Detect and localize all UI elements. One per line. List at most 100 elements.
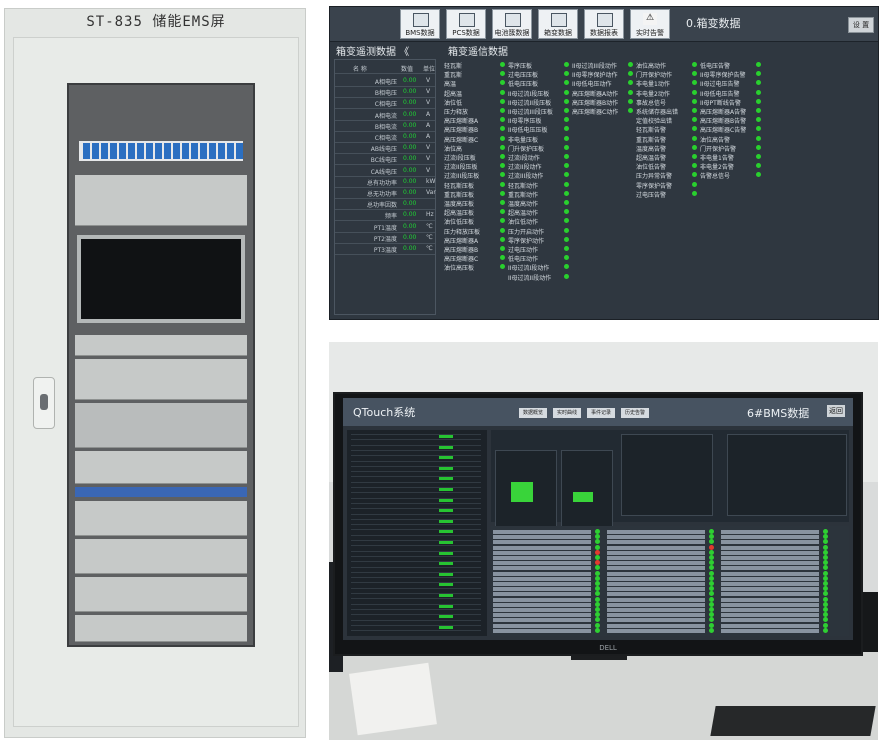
signal-label: 告警总信号	[700, 173, 731, 181]
signal-row	[607, 576, 705, 581]
measure-value: 0.00	[403, 121, 417, 129]
status-indicator-icon	[500, 236, 505, 242]
signal-row	[493, 618, 591, 623]
signal-row	[607, 587, 705, 592]
status-indicator-icon	[756, 135, 761, 141]
toolbar-button-4[interactable]: 数据报表	[584, 9, 624, 39]
status-indicator-icon	[564, 172, 569, 178]
toolbar: BMS数据 PCS数据 电池簇数据 箱变数据 数据报表 ⚠ 实时告警	[330, 7, 878, 42]
signal-row	[493, 602, 591, 607]
value-indicator	[439, 435, 453, 438]
signal-row	[493, 592, 591, 597]
status-indicator-icon	[564, 218, 569, 224]
measure-value: 0.00	[403, 189, 417, 196]
cabinet-title: ST-835 储能EMS屏	[86, 14, 226, 30]
status-indicator-icon	[756, 62, 761, 67]
signal-label: 门升保护压板	[508, 145, 545, 153]
signal-row	[607, 545, 705, 550]
breaker	[128, 143, 135, 159]
signal-label: 非电量1动作	[636, 81, 670, 89]
toolbar-button-2[interactable]: 电池簇数据	[492, 9, 532, 39]
signal-row	[493, 613, 591, 618]
bms-nav-button[interactable]: 事件记录	[587, 408, 615, 418]
toolbar-button-5[interactable]: ⚠ 实时告警	[630, 9, 670, 39]
list-divider	[351, 630, 481, 632]
status-indicator-icon	[500, 227, 505, 233]
list-divider	[351, 550, 481, 552]
status-indicator-icon	[595, 539, 600, 545]
measure-row: A相电流 0.00 A	[335, 109, 435, 121]
status-indicator-icon	[595, 627, 600, 633]
breaker	[191, 143, 198, 159]
bms-nav-button[interactable]: 实时曲线	[553, 408, 581, 418]
settings-button[interactable]: 设 置	[848, 17, 874, 33]
measure-unit: Var	[426, 189, 436, 196]
bms-nav-button[interactable]: 数据概览	[519, 408, 547, 418]
toolbar-button-1[interactable]: PCS数据	[446, 9, 486, 39]
status-indicator-icon	[756, 117, 761, 123]
soc-gauge	[511, 482, 533, 502]
back-button[interactable]: 返回	[827, 405, 845, 417]
drawer-slot	[75, 359, 247, 400]
signal-label: II母低电压告警	[700, 90, 740, 98]
list-divider	[351, 449, 481, 451]
status-indicator-icon	[564, 126, 569, 132]
toolbar-button-label: 箱变数据	[544, 29, 572, 37]
signal-row	[607, 608, 705, 612]
status-indicator-icon	[709, 591, 714, 597]
signal-row	[607, 530, 705, 534]
toolbar-button-3[interactable]: 箱变数据	[538, 9, 578, 39]
measure-value: 0.00	[403, 155, 417, 163]
status-indicator-icon	[756, 126, 761, 132]
status-indicator-icon	[709, 622, 714, 628]
status-indicator-icon	[756, 163, 761, 169]
value-indicator	[439, 594, 453, 597]
panel-slot	[75, 335, 247, 356]
signal-row	[493, 545, 591, 550]
status-indicator-icon	[500, 181, 505, 187]
signal-label: 高压熔断器B告警	[700, 118, 747, 126]
signal-label: 过流III段压板	[444, 173, 480, 181]
measure-name: 总功率因数	[366, 202, 397, 210]
status-indicator-icon	[564, 71, 569, 77]
signal-label: 高压熔断器C告警	[700, 127, 747, 135]
signal-row	[607, 535, 705, 540]
signal-label: 超高温压板	[444, 210, 475, 218]
measure-name: AB线电压	[370, 146, 397, 154]
value-indicator	[439, 572, 453, 576]
measure-value: 0.00	[403, 88, 417, 96]
signal-label: 低电压压板	[508, 81, 539, 89]
status-indicator-icon	[756, 71, 761, 77]
signal-row	[607, 566, 705, 571]
value-indicator	[439, 477, 453, 481]
status-indicator-icon	[595, 622, 600, 628]
measure-value: 0.00	[403, 133, 417, 140]
breaker	[101, 143, 108, 159]
signal-row	[721, 618, 819, 623]
signal-label: II母低电压压板	[508, 127, 548, 135]
measure-row: C相电流 0.00 A	[335, 131, 435, 143]
bms-nav-button[interactable]: 历史告警	[621, 408, 649, 418]
status-indicator-icon	[709, 544, 714, 550]
signal-panel-title: 箱变遥信数据	[448, 47, 508, 58]
status-indicator-icon	[564, 273, 569, 279]
measure-name: C相电压	[374, 101, 397, 109]
breaker	[218, 143, 225, 159]
paper-sheet	[349, 662, 437, 736]
signal-label: 过流II段压板	[444, 164, 478, 172]
list-divider	[351, 518, 481, 520]
signal-row	[493, 550, 591, 555]
value-indicator	[439, 488, 453, 491]
measure-row: 总无功功率 0.00 Var	[335, 187, 436, 199]
status-indicator-icon	[628, 89, 633, 95]
toolbar-button-0[interactable]: BMS数据	[400, 9, 440, 39]
ems-cabinet-photo: ST-835 储能EMS屏	[4, 8, 306, 738]
battery-cluster-icon	[505, 13, 521, 27]
measure-name: 频率	[384, 213, 397, 221]
door-handle	[33, 377, 55, 429]
monitor-photo: QTouch系统 6#BMS数据 返回 数据概览 实时曲线 事件记录 历史告警 DEL…	[329, 342, 878, 740]
status-indicator-icon	[756, 154, 761, 159]
measure-value: 0.00	[403, 200, 417, 208]
signal-label: 油位高	[444, 145, 463, 153]
signal-label: 非电量1告警	[700, 155, 734, 162]
